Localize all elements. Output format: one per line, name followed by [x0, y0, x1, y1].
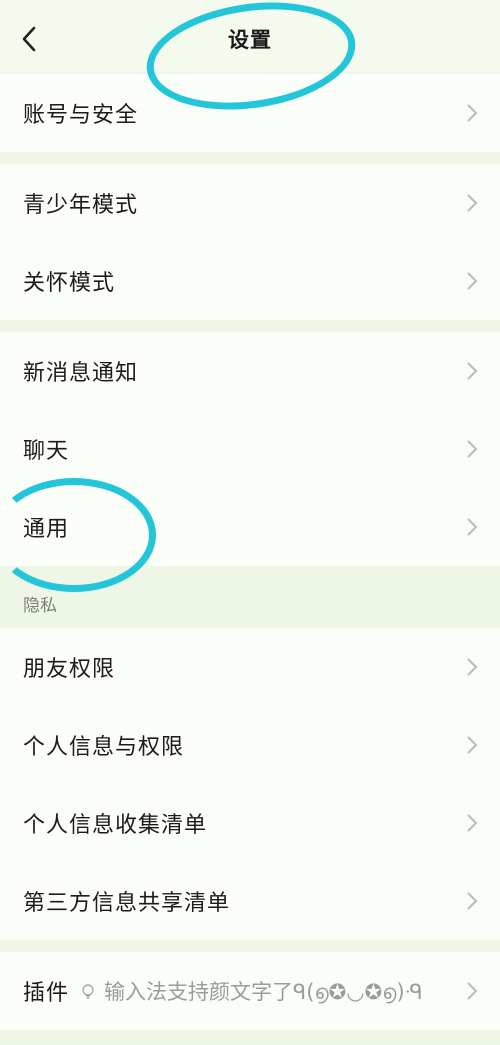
settings-item-label: 聊天 [23, 439, 70, 464]
settings-item-label: 青少年模式 [23, 193, 139, 218]
settings-item-third-party-sharing[interactable]: 第三方信息共享清单 [0, 862, 500, 940]
plugin-note: 输入法支持颜文字了ᑫ(൭✪◡✪൭)ᑴ [80, 976, 423, 1006]
settings-item-plugins[interactable]: 插件 输入法支持颜文字了ᑫ(൭✪◡✪൭)ᑴ [0, 952, 500, 1030]
chevron-right-icon [467, 518, 478, 536]
settings-item-chat[interactable]: 聊天 [0, 410, 500, 488]
chevron-right-icon [467, 892, 478, 910]
chevron-right-icon [467, 362, 478, 380]
settings-item-label: 插件 [23, 981, 70, 1006]
group-plugins: 插件 输入法支持颜文字了ᑫ(൭✪◡✪൭)ᑴ [0, 952, 500, 1030]
settings-item-personal-info-collection[interactable]: 个人信息收集清单 [0, 784, 500, 862]
chevron-right-icon [467, 194, 478, 212]
chevron-right-icon [467, 982, 478, 1000]
chevron-right-icon [467, 104, 478, 122]
settings-item-label: 个人信息收集清单 [23, 813, 208, 838]
section-label-privacy: 隐私 [23, 596, 57, 616]
group-messages: 新消息通知 聊天 通用 [0, 332, 500, 566]
lightbulb-icon [82, 984, 94, 999]
group-account: 账号与安全 [0, 74, 500, 152]
plugin-note-text: 输入法支持颜文字了ᑫ(൭✪◡✪൭)ᑴ [104, 980, 423, 1004]
settings-item-teen-mode[interactable]: 青少年模式 [0, 164, 500, 242]
group-modes: 青少年模式 关怀模式 [0, 164, 500, 320]
chevron-right-icon [467, 272, 478, 290]
settings-item-label: 个人信息与权限 [23, 735, 185, 760]
settings-item-general[interactable]: 通用 [0, 488, 500, 566]
settings-item-label: 第三方信息共享清单 [23, 891, 231, 916]
chevron-right-icon [467, 440, 478, 458]
settings-item-friend-permissions[interactable]: 朋友权限 [0, 628, 500, 706]
group-privacy: 朋友权限 个人信息与权限 个人信息收集清单 第三方信息共享清单 [0, 628, 500, 940]
settings-item-care-mode[interactable]: 关怀模式 [0, 242, 500, 320]
settings-item-label: 朋友权限 [23, 657, 116, 682]
settings-item-personal-info-permissions[interactable]: 个人信息与权限 [0, 706, 500, 784]
chevron-right-icon [467, 658, 478, 676]
settings-item-label: 关怀模式 [23, 271, 116, 296]
settings-item-account-security[interactable]: 账号与安全 [0, 74, 500, 152]
chevron-right-icon [467, 736, 478, 754]
settings-item-label: 新消息通知 [23, 361, 139, 386]
settings-item-label: 通用 [23, 517, 70, 542]
settings-item-notifications[interactable]: 新消息通知 [0, 332, 500, 410]
settings-item-label: 账号与安全 [23, 103, 139, 128]
chevron-right-icon [467, 814, 478, 832]
header-bar: 设置 [0, 0, 500, 72]
page-title: 设置 [228, 28, 272, 52]
